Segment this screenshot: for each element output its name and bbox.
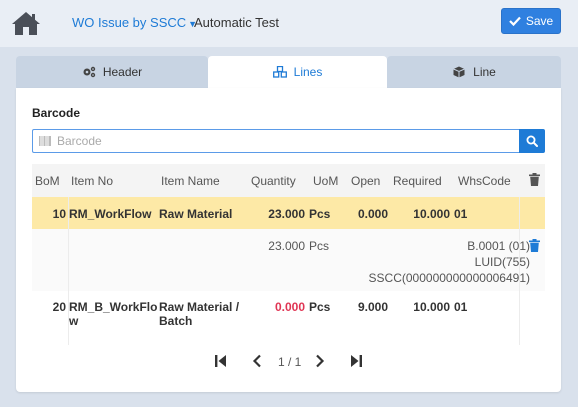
col-item-name[interactable]: Item Name bbox=[161, 174, 220, 188]
search-icon bbox=[526, 135, 538, 147]
row-open: 0.000 bbox=[357, 207, 388, 221]
next-page-icon[interactable] bbox=[314, 354, 326, 371]
tab-header[interactable]: Header bbox=[16, 56, 208, 88]
tab-line[interactable]: Line bbox=[387, 56, 561, 88]
main-panel: Header Lines Line Barcode Barcode BoM It… bbox=[16, 56, 561, 392]
row-bom: 20 bbox=[52, 300, 66, 314]
wo-issue-label: WO Issue by SSCC bbox=[72, 15, 187, 30]
row-whscode: 01 bbox=[454, 300, 468, 314]
page-indicator: 1 / 1 bbox=[278, 355, 302, 369]
pager: 1 / 1 bbox=[16, 346, 561, 376]
tab-lines[interactable]: Lines bbox=[208, 56, 387, 88]
row-required: 10.000 bbox=[413, 300, 450, 314]
col-uom[interactable]: UoM bbox=[313, 174, 338, 188]
detail-quantity: 23.000 bbox=[268, 239, 305, 253]
save-label: Save bbox=[525, 14, 554, 28]
tab-header-label: Header bbox=[102, 65, 143, 79]
row-required: 10.000 bbox=[413, 207, 450, 221]
tab-line-label: Line bbox=[473, 65, 496, 79]
column-divider bbox=[68, 197, 69, 345]
search-button[interactable] bbox=[519, 129, 545, 153]
cubes-icon bbox=[272, 66, 287, 78]
wo-issue-dropdown[interactable]: WO Issue by SSCC ▼ bbox=[72, 15, 197, 30]
col-bom[interactable]: BoM bbox=[35, 174, 60, 188]
lines-card: Barcode BoM Item No Item Name Quantity U… bbox=[16, 88, 561, 392]
row-uom: Pcs bbox=[309, 207, 331, 221]
table-row[interactable]: 20 RM_B_WorkFlo w Raw Material / Batch 0… bbox=[32, 291, 545, 345]
row-item-no-line2: w bbox=[69, 314, 79, 328]
row-open: 9.000 bbox=[357, 300, 388, 314]
col-quantity[interactable]: Quantity bbox=[251, 174, 296, 188]
row-item-name-line2: Batch bbox=[159, 314, 193, 328]
barcode-field[interactable] bbox=[32, 129, 519, 153]
lines-table: BoM Item No Item Name Quantity UoM Open … bbox=[32, 164, 545, 345]
row-item-no: RM_WorkFlow bbox=[69, 207, 152, 221]
check-icon bbox=[509, 16, 521, 27]
row-whscode: 01 bbox=[454, 207, 468, 221]
table-row[interactable]: 10 RM_WorkFlow Raw Material 23.000 Pcs 0… bbox=[32, 197, 545, 229]
detail-sscc: SSCC(000000000000006491) bbox=[368, 271, 530, 285]
row-item-name-line1: Raw Material / bbox=[159, 300, 240, 314]
row-uom: Pcs bbox=[309, 300, 331, 314]
row-quantity: 0.000 bbox=[274, 300, 305, 314]
column-divider bbox=[519, 197, 520, 345]
home-icon[interactable] bbox=[10, 10, 42, 36]
col-item-no[interactable]: Item No bbox=[71, 174, 113, 188]
detail-batch: B.0001 (01) bbox=[467, 239, 530, 253]
trash-icon[interactable] bbox=[529, 173, 540, 189]
row-item-name: Raw Material bbox=[159, 207, 233, 221]
barcode-input[interactable] bbox=[57, 134, 497, 148]
barcode-icon bbox=[39, 136, 51, 146]
first-page-icon[interactable] bbox=[215, 354, 227, 371]
row-quantity: 23.000 bbox=[268, 207, 305, 221]
tab-lines-label: Lines bbox=[293, 65, 323, 79]
col-required[interactable]: Required bbox=[393, 174, 442, 188]
last-page-icon[interactable] bbox=[350, 354, 362, 371]
col-whscode[interactable]: WhsCode bbox=[458, 174, 511, 188]
table-header: BoM Item No Item Name Quantity UoM Open … bbox=[32, 164, 545, 197]
cube-icon bbox=[453, 66, 465, 78]
detail-luid: LUID(755) bbox=[474, 255, 530, 269]
delete-detail-icon[interactable] bbox=[529, 239, 540, 255]
barcode-label: Barcode bbox=[32, 106, 81, 120]
save-button[interactable]: Save bbox=[501, 8, 561, 34]
col-open[interactable]: Open bbox=[351, 174, 380, 188]
gears-icon bbox=[83, 66, 96, 78]
page-subtitle: Automatic Test bbox=[194, 15, 280, 30]
row-bom: 10 bbox=[52, 207, 66, 221]
tab-bar: Header Lines Line bbox=[16, 56, 561, 88]
top-bar: WO Issue by SSCC ▼ Automatic Test Save bbox=[0, 0, 578, 47]
detail-uom: Pcs bbox=[309, 239, 330, 253]
table-row-detail[interactable]: 23.000 Pcs B.0001 (01) LUID(755) SSCC(00… bbox=[32, 229, 545, 291]
row-item-no-line1: RM_B_WorkFlo bbox=[69, 300, 158, 314]
prev-page-icon[interactable] bbox=[251, 354, 263, 371]
